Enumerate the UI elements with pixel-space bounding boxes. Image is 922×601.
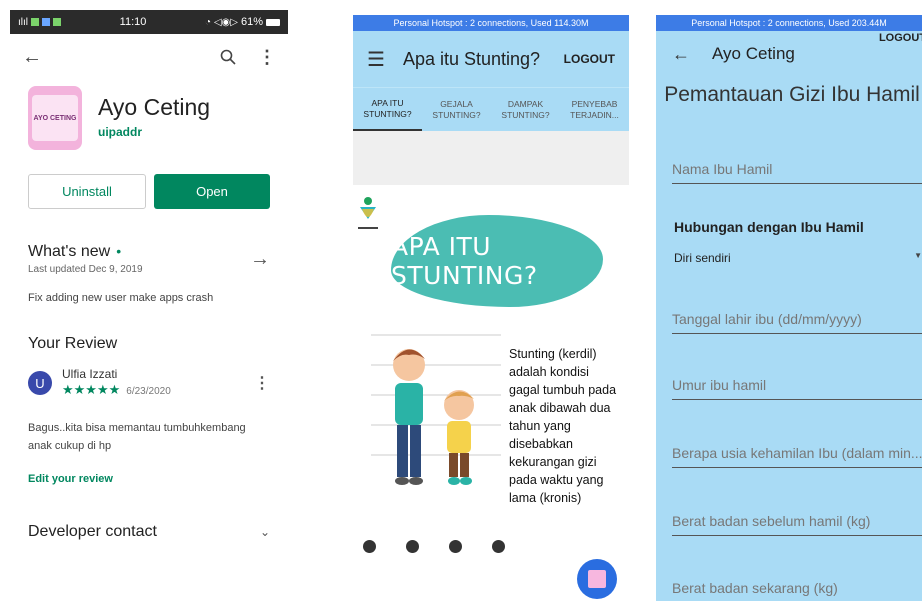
app-icon	[588, 570, 606, 588]
tanggal-lahir-field[interactable]: Tanggal lahir ibu (dd/mm/yyyy)	[672, 311, 922, 334]
edit-review-link[interactable]: Edit your review	[28, 473, 270, 485]
page-title: Ayo Ceting	[712, 44, 795, 63]
web-icon	[363, 540, 376, 553]
new-dot-icon: •	[116, 243, 122, 259]
app-header: AYO CETING Ayo Ceting uipaddr	[10, 80, 288, 150]
battery-status: ◔ ◁◉▷ 61%	[205, 16, 280, 28]
nama-ibu-field[interactable]: Nama Ibu Hamil	[672, 161, 922, 184]
developer-link[interactable]: uipaddr	[98, 125, 210, 139]
spacer	[353, 131, 629, 185]
tab-penyebab[interactable]: PENYEBAB TERJADIN...	[560, 88, 629, 131]
usia-kehamilan-field[interactable]: Berapa usia kehamilan Ibu (dalam min...	[672, 445, 922, 468]
whats-new-header[interactable]: What's new • Last updated Dec 9, 2019 →	[28, 243, 270, 275]
menu-icon[interactable]: ☰	[367, 47, 385, 72]
open-button[interactable]: Open	[154, 174, 270, 209]
rating-stars: ★★★★★	[62, 382, 121, 397]
review-user-name: Ulfia Izzati	[62, 367, 118, 381]
back-arrow-icon[interactable]: ←	[672, 44, 690, 65]
stunting-banner: APA ITU STUNTING?	[391, 215, 603, 307]
status-bar: ılıl 11:10 ◔ ◁◉▷ 61%	[10, 10, 288, 34]
info-image: APA ITU STUNTING? Stunting (kerdil) adal…	[353, 185, 629, 601]
nutrition-form-screen: Personal Hotspot : 2 connections, Used 2…	[656, 15, 922, 601]
app-bar: ☰ Apa itu Stunting? LOGOUT	[353, 31, 629, 87]
tab-bar: APA ITU STUNTING? GEJALA STUNTING? DAMPAK S…	[353, 87, 629, 131]
instagram-icon	[492, 540, 505, 553]
form-title: Pemantauan Gizi Ibu Hamil	[664, 83, 920, 106]
facebook-icon	[406, 540, 419, 553]
status-time: 11:10	[119, 16, 147, 28]
hotspot-bar: Personal Hotspot : 2 connections, Used 1…	[353, 15, 629, 31]
more-vert-icon[interactable]: ⋮	[258, 47, 276, 68]
whats-new-title: What's new	[28, 243, 111, 260]
chevron-down-icon: ⌄	[259, 525, 270, 539]
avatar: U	[28, 371, 52, 395]
tab-apa-itu-stunting[interactable]: APA ITU STUNTING?	[353, 88, 422, 131]
developer-contact-title: Developer contact	[28, 523, 157, 540]
berat-sebelum-field[interactable]: Berat badan sebelum hamil (kg)	[672, 513, 922, 536]
floating-action-button[interactable]	[577, 559, 617, 599]
review-date: 6/23/2020	[126, 386, 171, 397]
whats-new-text: Fix adding new user make apps crash	[28, 292, 214, 304]
last-updated: Last updated Dec 9, 2019	[28, 264, 143, 275]
app-name: Ayo Ceting	[98, 94, 211, 120]
berat-sekarang-field[interactable]: Berat badan sekarang (kg)	[672, 580, 922, 601]
tab-dampak-stunting[interactable]: DAMPAK STUNTING?	[491, 88, 560, 131]
umur-field[interactable]: Umur ibu hamil	[672, 377, 922, 400]
stunting-description: Stunting (kerdil) adalah kondisi gagal t…	[509, 347, 617, 505]
tab-gejala-stunting[interactable]: GEJALA STUNTING?	[422, 88, 491, 131]
arrow-right-icon[interactable]: →	[250, 248, 270, 271]
uninstall-button[interactable]: Uninstall	[28, 174, 146, 209]
logout-button[interactable]: LOGOUT	[564, 52, 615, 66]
social-footer	[363, 540, 505, 553]
relation-select[interactable]: Diri sendiri ▼	[674, 251, 922, 265]
relation-label: Hubungan dengan Ibu Hamil	[674, 219, 864, 235]
your-review-title: Your Review	[28, 335, 118, 352]
twitter-icon	[449, 540, 462, 553]
review-text: Bagus..kita bisa memantau tumbuhkembang …	[28, 422, 246, 452]
kemenkes-logo	[358, 197, 378, 229]
logout-button[interactable]: LOGOUT	[879, 32, 922, 44]
dropdown-arrow-icon: ▼	[914, 251, 922, 260]
review-user-row: U Ulfia Izzati ★★★★★ 6/23/2020 ⋮	[28, 367, 270, 399]
children-illustration	[371, 334, 501, 485]
app-icon: AYO CETING	[28, 86, 82, 150]
back-arrow-icon[interactable]: ←	[22, 46, 42, 69]
play-store-screen: ılıl 11:10 ◔ ◁◉▷ 61% ← ⋮ AYO CETING Ayo C…	[10, 10, 288, 601]
stunting-info-screen: Personal Hotspot : 2 connections, Used 1…	[353, 15, 629, 601]
hotspot-bar: Personal Hotspot : 2 connections, Used 2…	[656, 15, 922, 31]
more-vert-icon[interactable]: ⋮	[254, 373, 270, 393]
developer-contact-row[interactable]: Developer contact ⌄	[28, 523, 270, 541]
page-title: Apa itu Stunting?	[402, 48, 541, 69]
toolbar: ← ⋮	[10, 34, 288, 80]
signal-icons: ılıl	[18, 17, 61, 28]
search-icon[interactable]	[220, 49, 236, 65]
